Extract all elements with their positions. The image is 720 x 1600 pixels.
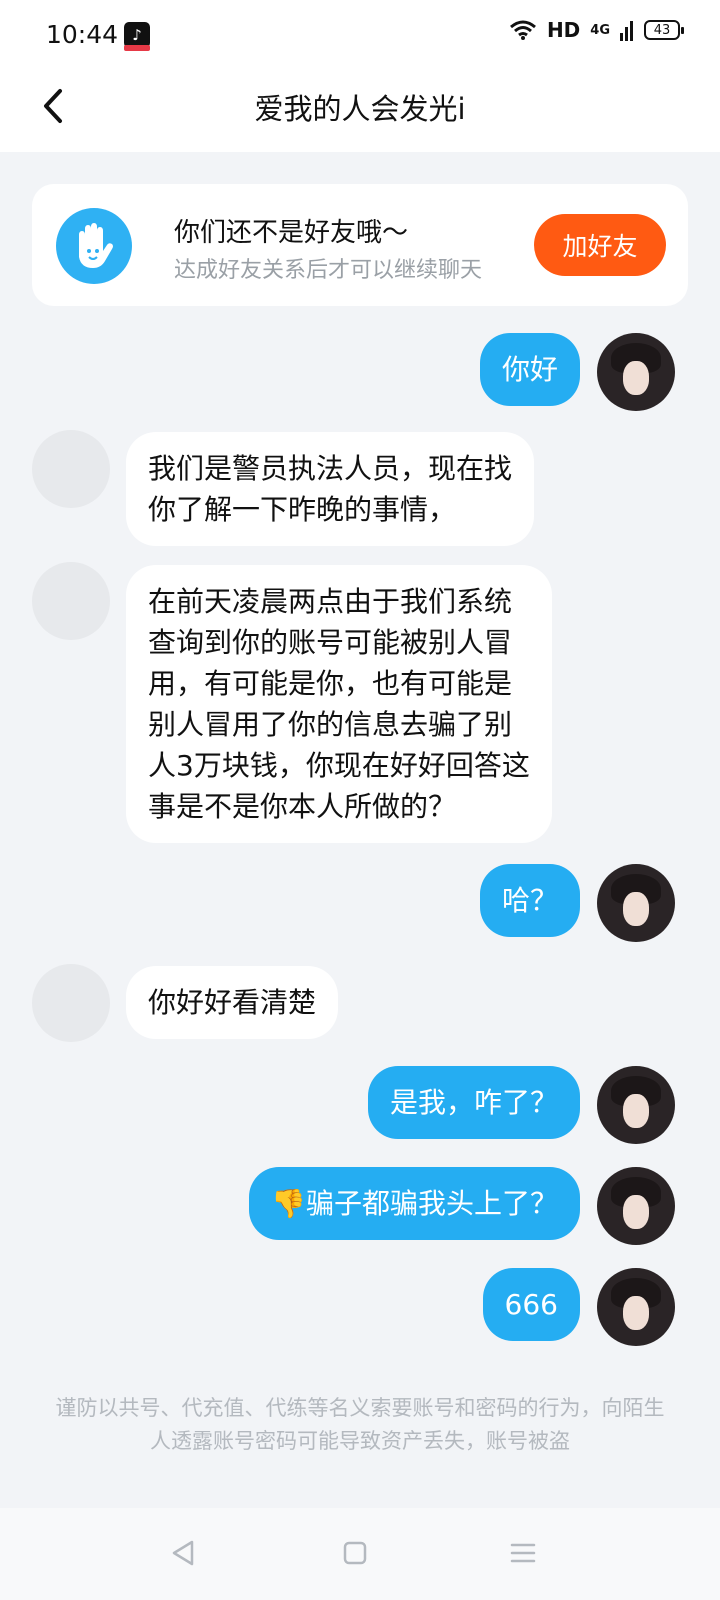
- safety-notice: 谨防以共号、代充值、代练等名义索要账号和密码的行为，向陌生人透露账号密码可能导致…: [55, 1396, 665, 1453]
- friend-notice-title: 你们还不是好友哦～: [174, 218, 409, 248]
- message-bubble-sent[interactable]: 哈？: [479, 864, 580, 937]
- my-avatar[interactable]: [597, 1167, 675, 1245]
- contact-avatar[interactable]: [32, 430, 110, 508]
- hd-indicator: HD: [546, 18, 581, 42]
- hand-wave-icon: [56, 208, 132, 284]
- friend-notice-subtitle: 达成好友关系后才可以继续聊天: [174, 258, 483, 283]
- nav-menu-icon[interactable]: [508, 1538, 538, 1568]
- add-friend-button[interactable]: 加好友: [534, 214, 666, 276]
- signal-type: 4G: [590, 22, 610, 38]
- page-title: 爱我的人会发光i: [254, 92, 466, 126]
- message-bubble-sent[interactable]: 666: [482, 1268, 580, 1341]
- nav-home-icon[interactable]: [340, 1538, 370, 1568]
- status-time: 10:44: [46, 20, 119, 49]
- contact-avatar[interactable]: [32, 964, 110, 1042]
- system-navigation-bar: [0, 1508, 720, 1600]
- message-bubble-received[interactable]: 我们是警员执法人员，现在找 你了解一下昨晚的事情，: [126, 432, 535, 546]
- my-avatar[interactable]: [597, 333, 675, 411]
- message-bubble-received[interactable]: 在前天凌晨两点由于我们系统 查询到你的账号可能被别人冒 用，有可能是你，也有可能…: [126, 565, 552, 843]
- nav-back-icon[interactable]: [168, 1538, 198, 1568]
- wifi-icon: [509, 20, 536, 40]
- signal-icon: [620, 21, 633, 41]
- message-bubble-sent[interactable]: 是我，咋了？: [367, 1066, 580, 1139]
- tiktok-notification-icon: ♪: [124, 22, 150, 51]
- contact-avatar[interactable]: [32, 562, 110, 640]
- status-bar: 10:44 ♪ HD 4G 43: [0, 0, 720, 70]
- friend-notice-card: 你们还不是好友哦～ 达成好友关系后才可以继续聊天 加好友: [32, 184, 688, 306]
- my-avatar[interactable]: [597, 1268, 675, 1346]
- my-avatar[interactable]: [597, 864, 675, 942]
- battery-level: 43: [653, 22, 671, 38]
- message-bubble-sent[interactable]: 你好: [479, 333, 580, 406]
- battery-icon: 43: [644, 20, 684, 40]
- message-bubble-received[interactable]: 你好好看清楚: [126, 966, 339, 1039]
- message-bubble-sent[interactable]: 👎骗子都骗我头上了？: [249, 1167, 580, 1240]
- my-avatar[interactable]: [597, 1066, 675, 1144]
- chat-header: 爱我的人会发光i: [0, 70, 720, 152]
